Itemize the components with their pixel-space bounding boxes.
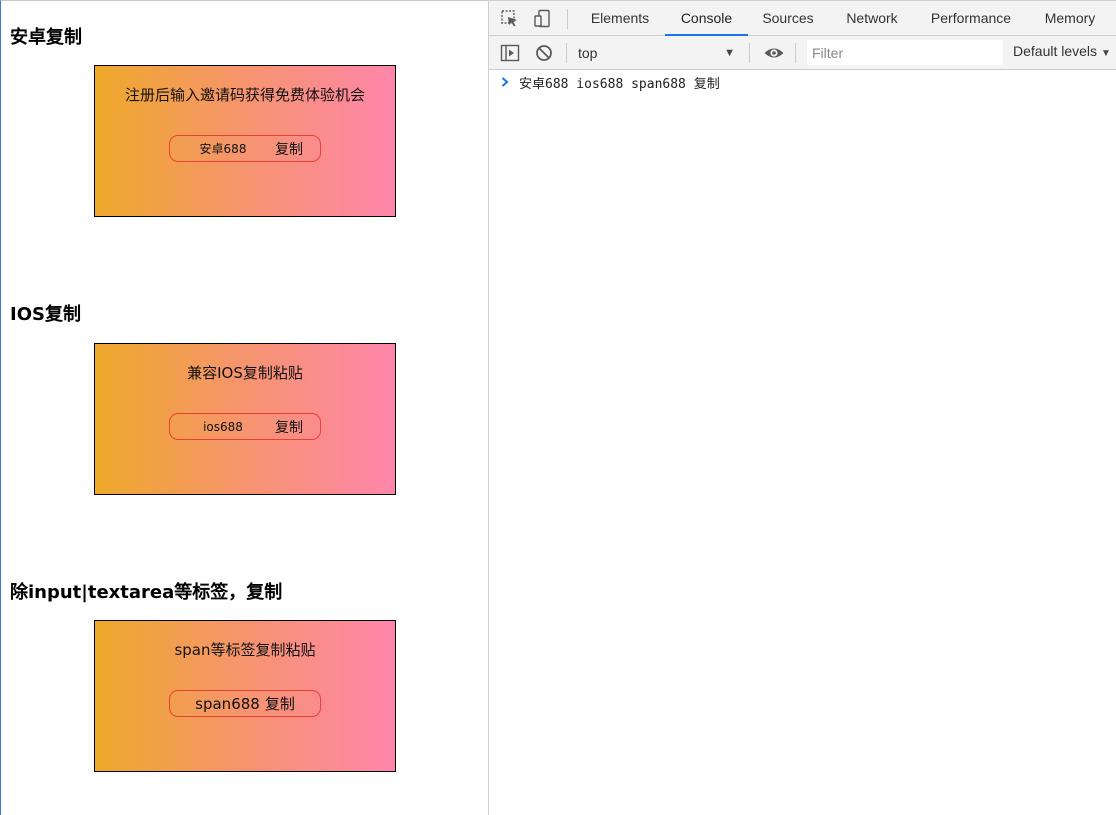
dropdown-arrow-icon: ▼ — [1101, 48, 1111, 59]
android-copy-card: 注册后输入邀请码获得免费体验机会 复制 — [94, 65, 396, 217]
ios-copy-button[interactable]: 复制 — [275, 417, 303, 437]
context-selector[interactable]: top ▼ — [569, 41, 741, 65]
card-text: 兼容IOS复制粘贴 — [187, 364, 303, 382]
card-text: 注册后输入邀请码获得免费体验机会 — [124, 86, 365, 104]
tab-console[interactable]: Console — [665, 1, 748, 36]
context-value: top — [578, 45, 598, 61]
copy-pill: 复制 — [169, 413, 321, 440]
show-sidebar-icon[interactable] — [500, 43, 520, 63]
toolbar-divider — [567, 9, 568, 29]
section-title-android: 安卓复制 — [10, 27, 82, 48]
copy-pill: span688 复制 — [169, 690, 321, 717]
devtools-tabbar: Elements Console Sources Network Perform… — [489, 0, 1116, 36]
console-filter-input[interactable] — [807, 40, 1003, 65]
section-title-span: 除input|textarea等标签，复制 — [10, 582, 283, 603]
copy-pill: 复制 — [169, 135, 321, 162]
inspect-element-icon[interactable] — [500, 9, 520, 29]
tab-network[interactable]: Network — [835, 1, 909, 36]
section-title-ios: IOS复制 — [10, 304, 81, 325]
toolbar-divider — [749, 43, 750, 63]
toolbar-divider — [795, 43, 796, 63]
devtools-panel: Elements Console Sources Network Perform… — [488, 0, 1116, 815]
android-code-input[interactable] — [175, 137, 271, 160]
console-output: 安卓688 ios688 span688 复制 — [489, 71, 1116, 815]
toolbar-divider — [566, 43, 567, 63]
clear-console-icon[interactable] — [534, 43, 554, 63]
tab-memory[interactable]: Memory — [1035, 1, 1105, 36]
console-log-line: 安卓688 ios688 span688 复制 — [499, 72, 720, 92]
web-page: 安卓复制 注册后输入邀请码获得免费体验机会 复制 IOS复制 兼容IOS复制粘贴… — [0, 0, 488, 815]
tab-performance[interactable]: Performance — [923, 1, 1019, 36]
span-code-text: span688 — [195, 694, 260, 713]
levels-label: Default levels — [1013, 43, 1098, 59]
console-log-text: 安卓688 ios688 span688 复制 — [519, 76, 720, 92]
dropdown-arrow-icon: ▼ — [724, 47, 735, 59]
ios-copy-card: 兼容IOS复制粘贴 复制 — [94, 343, 396, 495]
span-copy-card: span等标签复制粘贴 span688 复制 — [94, 620, 396, 772]
android-copy-button[interactable]: 复制 — [275, 139, 303, 159]
console-toolbar: top ▼ Default levels▼ — [489, 36, 1116, 70]
ios-code-input[interactable] — [175, 415, 271, 438]
eye-icon[interactable] — [763, 43, 784, 63]
card-text: span等标签复制粘贴 — [174, 641, 316, 659]
log-levels-dropdown[interactable]: Default levels ▼ — [1013, 43, 1111, 59]
screen: 安卓复制 注册后输入邀请码获得免费体验机会 复制 IOS复制 兼容IOS复制粘贴… — [0, 0, 1116, 815]
tab-sources[interactable]: Sources — [753, 1, 823, 36]
device-toolbar-icon[interactable] — [533, 9, 553, 29]
span-copy-button[interactable]: 复制 — [265, 693, 295, 714]
tab-elements[interactable]: Elements — [581, 1, 659, 36]
chevron-right-icon — [501, 77, 509, 87]
